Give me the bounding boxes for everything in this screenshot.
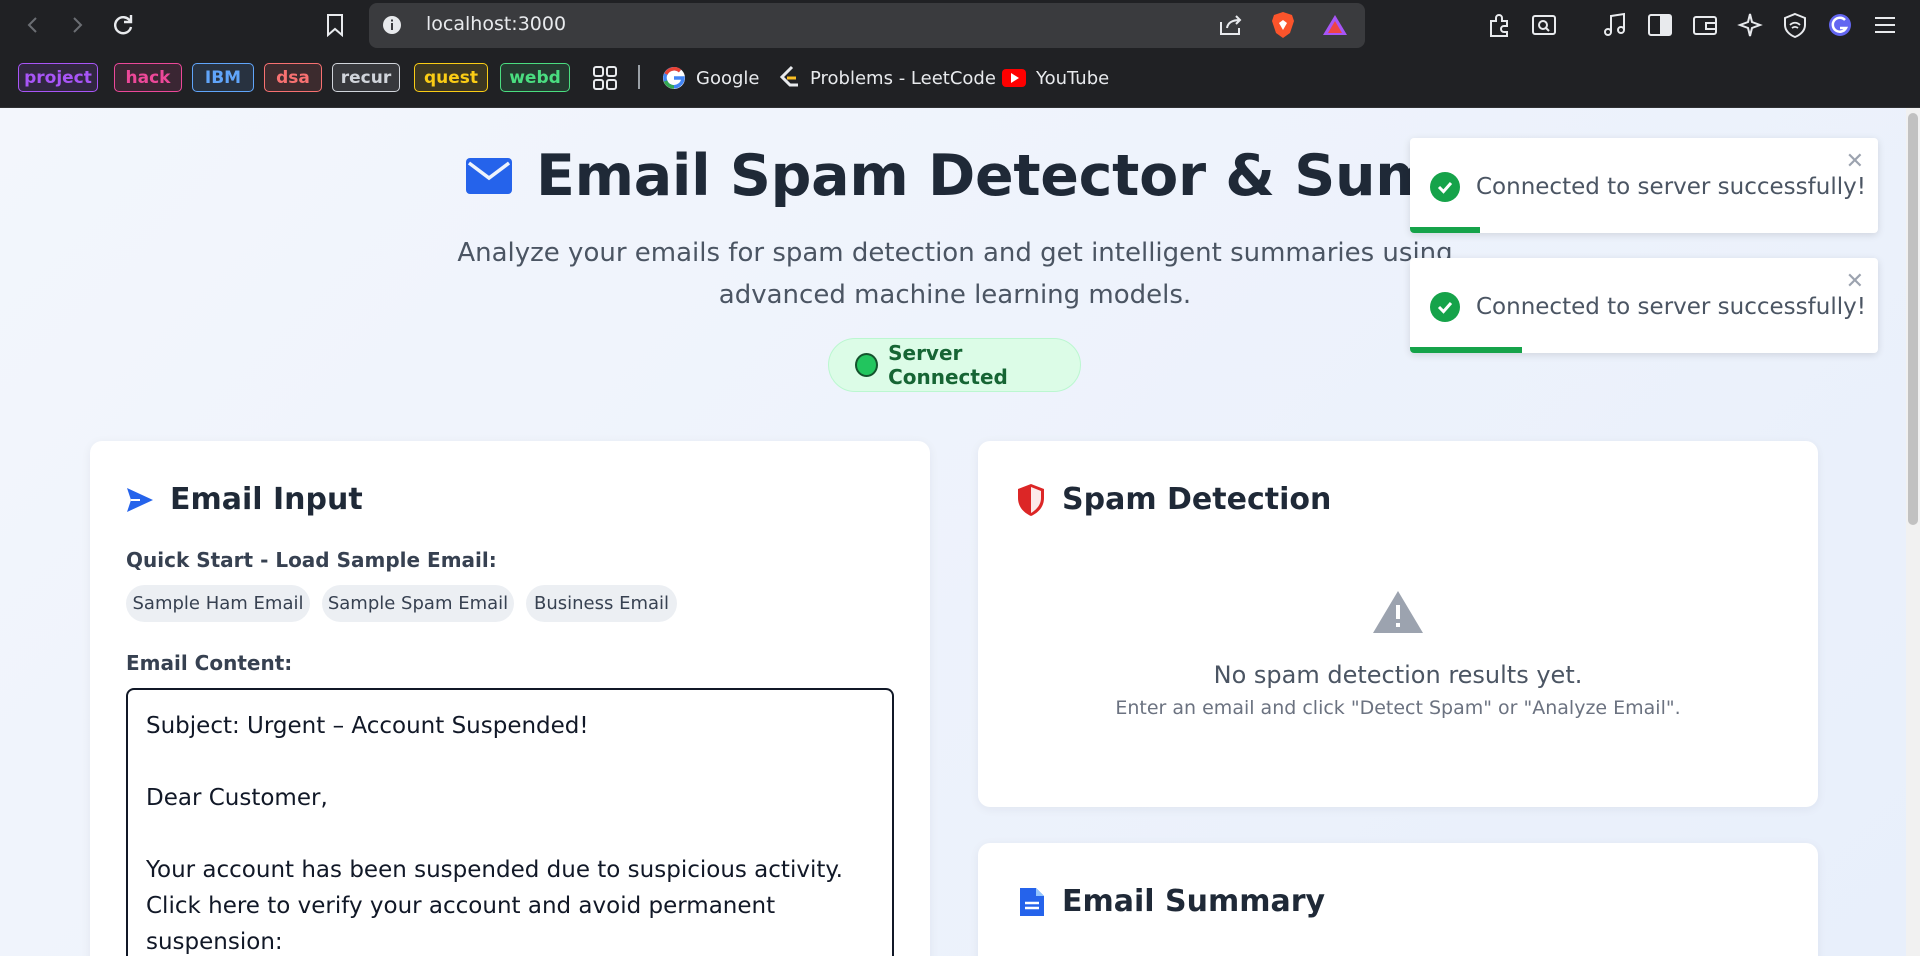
email-content-label: Email Content: bbox=[126, 651, 293, 675]
document-icon bbox=[1020, 887, 1044, 916]
toast-message: Connected to server successfully! bbox=[1476, 294, 1866, 320]
email-content-textarea[interactable]: Subject: Urgent – Account Suspended! Dea… bbox=[126, 688, 894, 956]
bookmark-folder-dsa[interactable]: dsa bbox=[264, 63, 322, 92]
reload-icon bbox=[114, 15, 133, 35]
bookmark-folder-recur[interactable]: recur bbox=[332, 63, 400, 92]
close-icon[interactable]: ✕ bbox=[1846, 150, 1864, 172]
toast-progress-bar bbox=[1410, 227, 1481, 233]
shield-icon bbox=[1018, 483, 1044, 516]
spam-detection-title: Spam Detection bbox=[1062, 482, 1332, 517]
extensions-icon[interactable] bbox=[1483, 8, 1517, 42]
youtube-icon bbox=[1002, 69, 1026, 87]
check-icon bbox=[1430, 172, 1460, 202]
status-dot-icon bbox=[855, 353, 879, 377]
bookmark-page-button[interactable] bbox=[318, 8, 352, 42]
sample-spam-button[interactable]: Sample Spam Email bbox=[322, 585, 514, 622]
bookmark-google[interactable]: Google bbox=[662, 64, 759, 92]
warning-icon bbox=[1373, 591, 1423, 633]
forward-button[interactable] bbox=[60, 8, 94, 42]
leo-ai-icon[interactable] bbox=[1733, 8, 1767, 42]
spam-empty-state: No spam detection results yet. Enter an … bbox=[978, 590, 1818, 719]
page-subtitle: Analyze your emails for spam detection a… bbox=[457, 238, 1453, 310]
google-icon bbox=[663, 66, 685, 89]
bookmark-folder-webd[interactable]: webd bbox=[500, 63, 570, 92]
sample-ham-button[interactable]: Sample Ham Email bbox=[126, 585, 310, 622]
search-tabs-icon[interactable] bbox=[1527, 8, 1561, 42]
close-icon[interactable]: ✕ bbox=[1846, 270, 1864, 292]
spam-empty-hint: Enter an email and click "Detect Spam" o… bbox=[1115, 697, 1681, 719]
scrollbar-thumb[interactable] bbox=[1908, 113, 1918, 525]
bookmark-youtube[interactable]: YouTube bbox=[1002, 64, 1109, 92]
send-icon bbox=[127, 487, 153, 512]
forward-arrow-icon bbox=[73, 17, 83, 33]
bookmarks-divider bbox=[638, 65, 640, 89]
bookmark-icon bbox=[327, 14, 343, 37]
reload-button[interactable] bbox=[106, 8, 140, 42]
toast-notification: Connected to server successfully! ✕ bbox=[1410, 138, 1878, 233]
sidebar-toggle-icon[interactable] bbox=[1643, 8, 1677, 42]
wallet-icon[interactable] bbox=[1688, 8, 1722, 42]
vpn-icon[interactable] bbox=[1778, 8, 1812, 42]
email-input-header: Email Input bbox=[126, 482, 363, 517]
bookmark-leetcode[interactable]: Problems - LeetCode bbox=[778, 64, 996, 92]
spam-detection-header: Spam Detection bbox=[1016, 482, 1331, 517]
bookmark-folder-project[interactable]: project bbox=[18, 63, 98, 92]
business-email-button[interactable]: Business Email bbox=[526, 585, 677, 622]
email-summary-header: Email Summary bbox=[1018, 884, 1325, 919]
back-button[interactable] bbox=[16, 8, 50, 42]
share-icon[interactable] bbox=[1214, 8, 1248, 42]
profile-icon[interactable] bbox=[1823, 8, 1857, 42]
email-summary-title: Email Summary bbox=[1062, 884, 1326, 919]
menu-icon[interactable] bbox=[1868, 8, 1902, 42]
email-input-title: Email Input bbox=[170, 482, 363, 517]
check-icon bbox=[1430, 292, 1460, 322]
server-status-badge: Server Connected bbox=[828, 338, 1081, 392]
back-arrow-icon bbox=[27, 17, 37, 33]
bookmark-folder-hack[interactable]: hack bbox=[114, 63, 182, 92]
site-info-icon[interactable] bbox=[375, 8, 409, 42]
toast-notification: Connected to server successfully! ✕ bbox=[1410, 258, 1878, 353]
media-controls-icon[interactable] bbox=[1598, 8, 1632, 42]
quick-start-label: Quick Start - Load Sample Email: bbox=[126, 548, 497, 572]
toast-message: Connected to server successfully! bbox=[1476, 174, 1866, 200]
brave-shields-icon[interactable] bbox=[1266, 8, 1300, 42]
spam-empty-title: No spam detection results yet. bbox=[1213, 661, 1583, 689]
bookmark-folder-quest[interactable]: quest bbox=[414, 63, 488, 92]
toast-progress-bar bbox=[1410, 347, 1523, 353]
envelope-icon bbox=[466, 158, 512, 194]
url-text[interactable]: localhost:3000 bbox=[426, 13, 566, 35]
bookmark-folder-ibm[interactable]: IBM bbox=[192, 63, 254, 92]
apps-grid-icon[interactable] bbox=[588, 61, 622, 95]
leetcode-icon bbox=[779, 65, 798, 87]
brave-rewards-icon[interactable] bbox=[1318, 8, 1352, 42]
